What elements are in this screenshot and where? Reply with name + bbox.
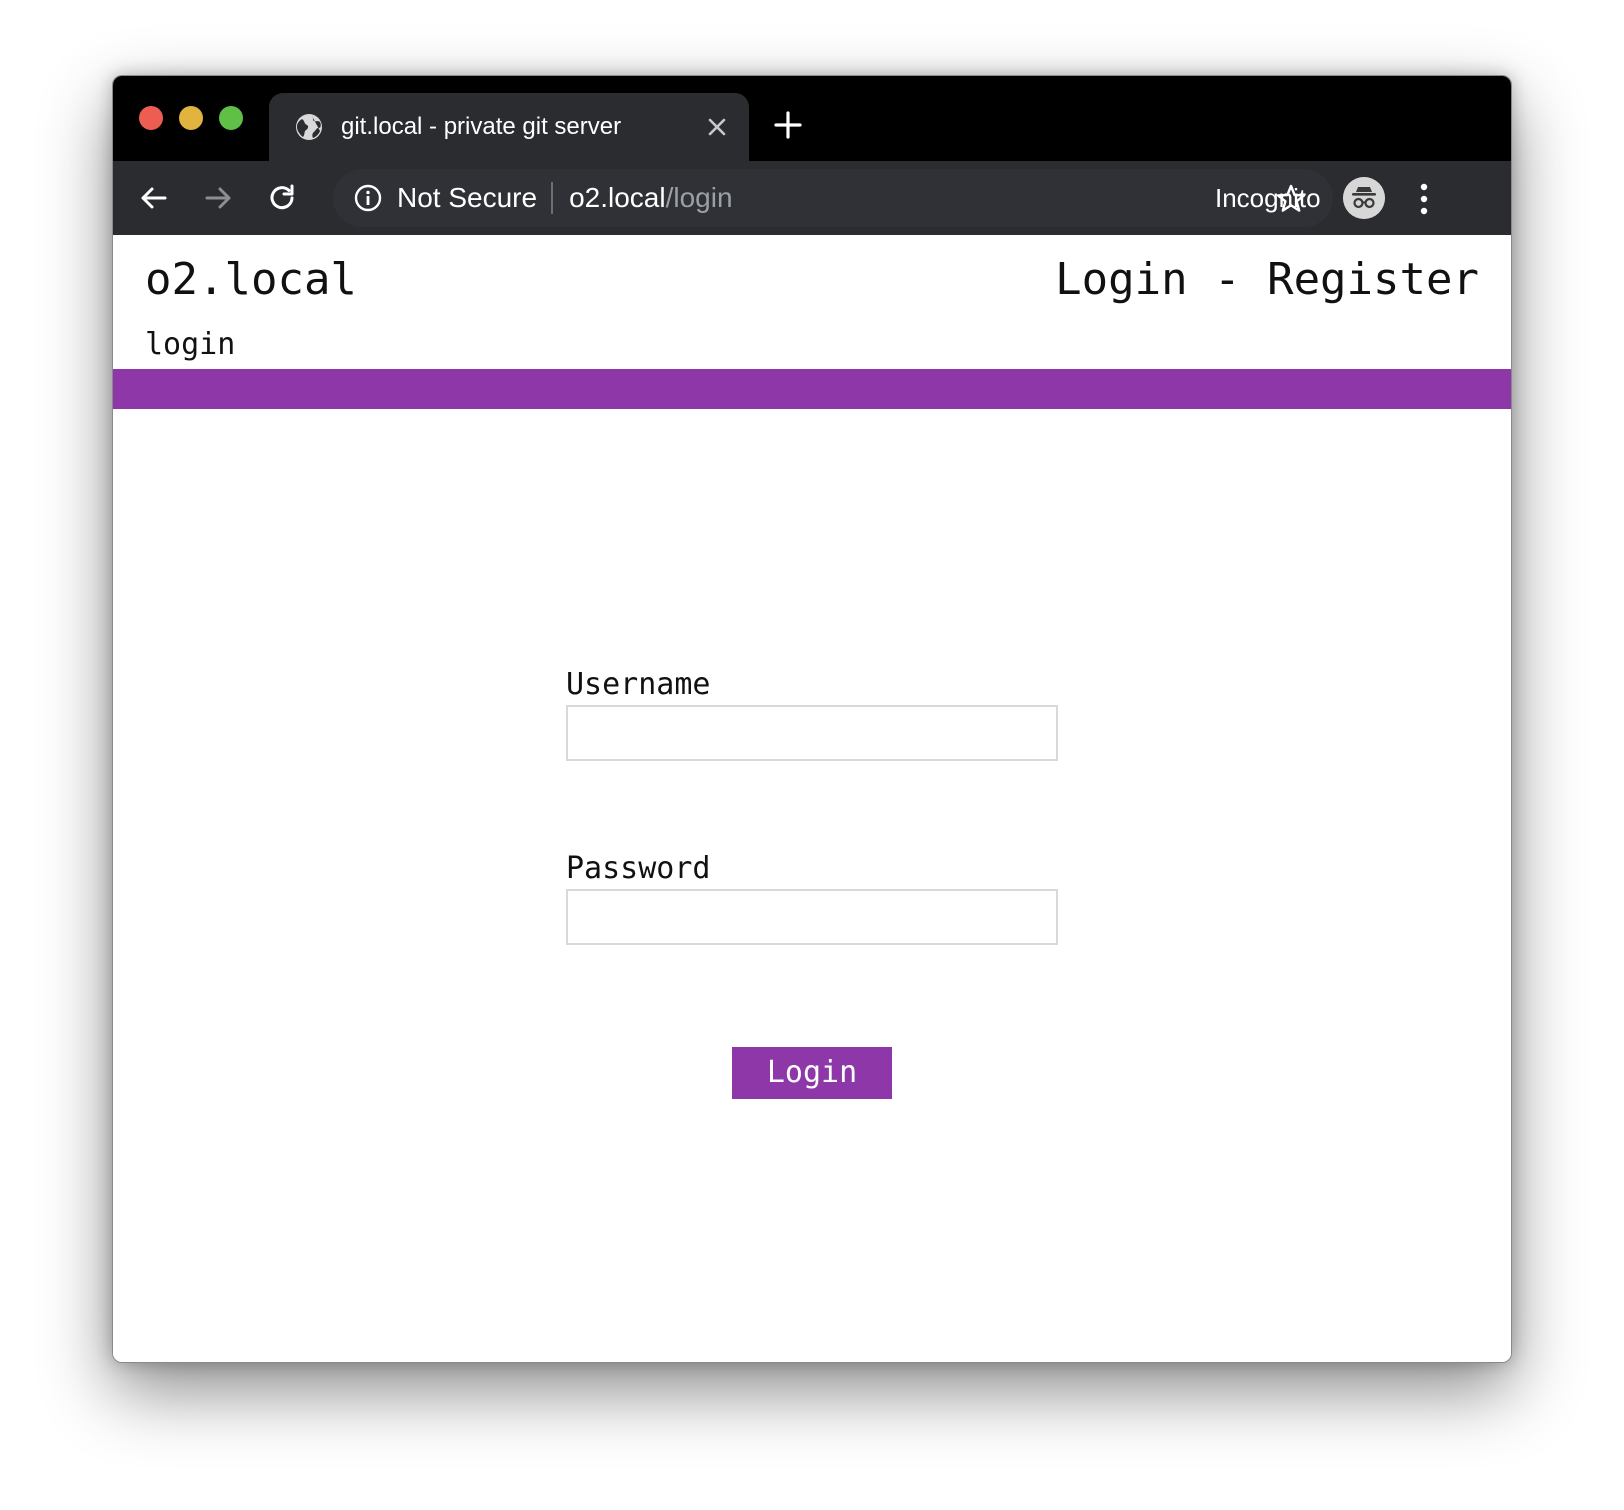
kebab-menu-icon[interactable] [1409, 179, 1439, 219]
site-title[interactable]: o2.local [145, 253, 357, 307]
breadcrumb: login [145, 327, 236, 362]
register-link[interactable]: Register [1267, 254, 1479, 305]
login-button[interactable]: Login [732, 1047, 892, 1099]
address-bar[interactable]: Not Secure o2.local/login [333, 169, 1333, 227]
security-label: Not Secure [397, 182, 538, 213]
maximize-window-button[interactable] [219, 106, 243, 130]
username-label: Username [566, 667, 711, 702]
url-host: o2.local [569, 182, 666, 213]
header-nav: Login - Register [1055, 253, 1479, 307]
reload-icon[interactable] [265, 181, 299, 215]
forward-arrow-icon[interactable] [201, 181, 235, 215]
username-input[interactable] [566, 705, 1058, 761]
url-display[interactable]: Not Secure o2.local/login [397, 181, 733, 216]
globe-icon [296, 114, 322, 140]
tab-strip: git.local - private git server [113, 76, 1511, 161]
page-content: o2.local Login - Register login Username… [113, 235, 1511, 1362]
tab-title: git.local - private git server [341, 113, 622, 140]
info-icon[interactable] [353, 183, 383, 213]
url-separator [551, 181, 554, 214]
profile-label[interactable]: Incognito [1215, 181, 1321, 215]
password-label: Password [566, 851, 711, 886]
minimize-window-button[interactable] [179, 106, 203, 130]
browser-toolbar: Not Secure o2.local/login Incognito [113, 161, 1511, 235]
tab-active[interactable]: git.local - private git server [269, 93, 749, 161]
browser-window: git.local - private git server Not Secur… [112, 75, 1512, 1363]
login-form: Username Password Login [566, 667, 1062, 1099]
accent-bar [113, 369, 1511, 409]
nav-separator: - [1214, 254, 1241, 305]
close-icon[interactable] [703, 113, 731, 141]
incognito-icon[interactable] [1343, 177, 1385, 219]
url-path: /login [665, 182, 733, 213]
close-window-button[interactable] [139, 106, 163, 130]
plus-icon[interactable] [773, 110, 803, 140]
password-input[interactable] [566, 889, 1058, 945]
login-link[interactable]: Login [1055, 254, 1187, 305]
back-arrow-icon[interactable] [137, 181, 171, 215]
